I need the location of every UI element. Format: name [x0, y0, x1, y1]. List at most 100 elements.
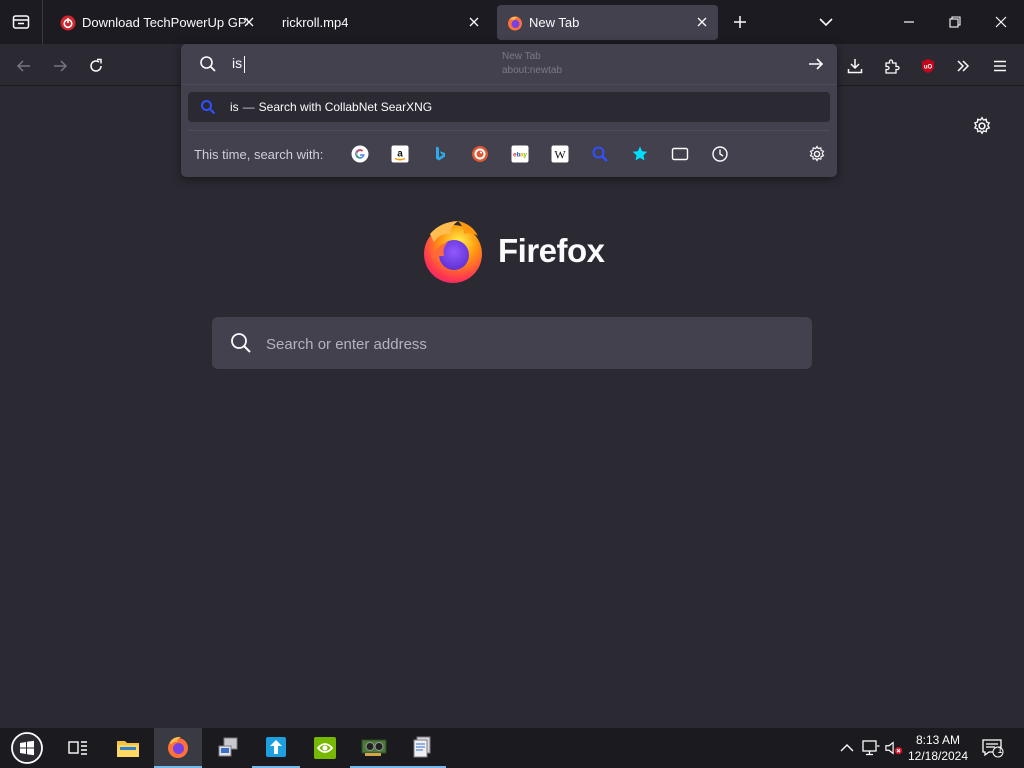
tab-icon	[671, 147, 689, 161]
hamburger-icon	[994, 60, 1006, 72]
engine-amazon[interactable]: a	[390, 144, 410, 164]
chevron-up-icon	[840, 744, 854, 752]
clock-time: 8:13 AM	[915, 733, 961, 747]
list-all-tabs-button[interactable]	[803, 0, 849, 44]
show-hidden-icons-button[interactable]	[838, 739, 856, 757]
engine-bing[interactable]	[430, 144, 450, 164]
reload-button[interactable]	[82, 52, 110, 80]
suggestion-dash: —	[242, 100, 255, 114]
search-bookmarks-button[interactable]	[630, 144, 650, 164]
taskbar-nvidia[interactable]	[301, 728, 349, 768]
search-icon	[200, 56, 216, 72]
tab-close-icon[interactable]	[466, 14, 482, 30]
forward-button[interactable]	[46, 52, 74, 80]
tab-gpuz[interactable]: Download TechPowerUp GPU-Z	[50, 5, 265, 40]
ghost-title: New Tab	[502, 51, 541, 62]
newtab-search-box[interactable]	[212, 317, 812, 369]
network-computer-icon	[218, 737, 238, 757]
firefox-favicon-icon	[507, 15, 523, 31]
google-icon	[351, 145, 369, 163]
start-button[interactable]	[3, 728, 51, 768]
minimize-icon	[904, 21, 914, 23]
search-settings-button[interactable]	[807, 144, 827, 164]
taskbar-file-explorer[interactable]	[104, 728, 152, 768]
ublock-origin-button[interactable]: uO	[914, 52, 942, 80]
tab-title: rickroll.mp4	[282, 15, 349, 30]
notification-count: 1	[997, 745, 1003, 755]
ublock-icon: uO	[922, 59, 934, 73]
document-stack-icon	[413, 736, 431, 758]
star-icon	[632, 146, 648, 161]
tab-strip: Download TechPowerUp GPU-Z rickroll.mp4 …	[0, 0, 1024, 44]
bing-icon	[436, 146, 445, 161]
network-monitor-icon	[862, 740, 880, 756]
go-arrow-icon[interactable]	[807, 55, 825, 73]
overflow-menu-button[interactable]	[949, 52, 977, 80]
double-chevron-right-icon	[957, 60, 970, 72]
taskbar-app-upload[interactable]	[252, 728, 300, 768]
taskbar-app-network[interactable]	[204, 728, 252, 768]
taskbar-app-docs[interactable]	[398, 728, 446, 768]
puzzle-icon	[885, 59, 900, 74]
customize-gear-icon[interactable]	[972, 116, 992, 136]
search-suggestion-row[interactable]: is — Search with CollabNet SearXNG	[188, 92, 830, 122]
taskbar-clock[interactable]: 8:13 AM 12/18/2024	[906, 732, 970, 764]
ebay-icon: ebay	[511, 145, 529, 163]
tab-rickroll[interactable]: rickroll.mp4	[272, 5, 490, 40]
task-view-button[interactable]	[54, 728, 102, 768]
engine-google[interactable]	[350, 144, 370, 164]
taskbar-gpu-tool[interactable]	[350, 728, 398, 768]
folder-icon	[117, 741, 139, 757]
extensions-button[interactable]	[878, 52, 906, 80]
tab-title: Download TechPowerUp GPU-Z	[82, 15, 248, 30]
engine-searxng[interactable]	[590, 144, 610, 164]
urlbar-input[interactable]: is	[232, 55, 246, 73]
firefox-view-button[interactable]	[0, 0, 43, 44]
network-status-button[interactable]	[862, 739, 880, 757]
amazon-icon: a	[391, 145, 409, 163]
volume-button[interactable]	[885, 739, 903, 757]
firefox-wordmark: Firefox	[498, 232, 605, 269]
speaker-muted-icon	[885, 741, 903, 755]
engine-wikipedia[interactable]: W	[550, 144, 570, 164]
downloads-button[interactable]	[841, 52, 869, 80]
hidden-page-info: New Tab about:newtab	[502, 50, 562, 78]
back-button[interactable]	[10, 52, 38, 80]
divider	[181, 84, 837, 85]
taskbar-firefox[interactable]	[154, 728, 202, 768]
task-view-icon	[68, 741, 87, 755]
svg-text:uO: uO	[924, 65, 933, 71]
gpuz-favicon-icon	[60, 15, 76, 31]
searxng-icon	[592, 146, 608, 162]
close-window-button[interactable]	[978, 0, 1024, 44]
engine-ebay[interactable]: ebay	[510, 144, 530, 164]
svg-text:W: W	[554, 148, 566, 162]
restore-button[interactable]	[932, 0, 978, 44]
upload-app-icon	[266, 737, 286, 757]
tab-title: New Tab	[529, 15, 580, 30]
clock-icon	[712, 146, 728, 162]
urlbar-input-row[interactable]: is New Tab about:newtab	[181, 44, 837, 84]
chevron-down-icon	[819, 18, 833, 27]
arrow-right-icon	[54, 60, 68, 72]
searxng-icon	[201, 100, 216, 115]
minimize-button[interactable]	[886, 0, 932, 44]
close-icon	[995, 16, 1007, 28]
one-off-label: This time, search with:	[194, 147, 324, 162]
tab-close-icon[interactable]	[694, 14, 710, 30]
tab-close-icon[interactable]	[241, 14, 257, 30]
windows-start-icon	[11, 732, 43, 764]
search-history-button[interactable]	[710, 144, 730, 164]
search-tabs-button[interactable]	[670, 144, 690, 164]
app-menu-button[interactable]	[986, 52, 1014, 80]
newtab-search-input[interactable]	[264, 330, 788, 358]
engine-duckduckgo[interactable]	[470, 144, 490, 164]
new-tab-button[interactable]	[717, 0, 763, 44]
clock-date: 12/18/2024	[907, 749, 969, 763]
action-center-button[interactable]: 1	[982, 739, 1004, 758]
urlbar-typed-text: is	[232, 55, 243, 71]
firefox-view-icon	[12, 15, 30, 29]
search-icon	[231, 333, 251, 353]
tab-new-tab[interactable]: New Tab	[497, 5, 718, 40]
wikipedia-icon: W	[551, 145, 569, 163]
